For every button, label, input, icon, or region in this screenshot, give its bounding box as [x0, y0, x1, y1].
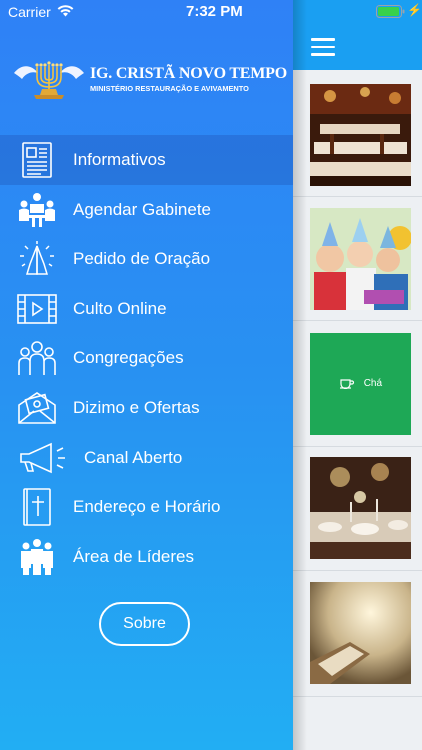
menu-item-congregacoes[interactable]: Congregações — [0, 333, 293, 383]
restaurant-photo — [310, 84, 411, 186]
feed-card-kids-party[interactable] — [310, 208, 411, 310]
bible-light-photo — [310, 582, 411, 684]
menu-item-culto-online[interactable]: Culto Online — [0, 284, 293, 334]
menu-label-dizimo-ofertas: Dizimo e Ofertas — [73, 397, 200, 417]
menu-label-area-lideres: Área de Líderes — [73, 546, 194, 566]
menu-label-culto-online: Culto Online — [73, 298, 167, 318]
sobre-button[interactable]: Sobre — [99, 602, 190, 646]
menu-label-congregacoes: Congregações — [73, 348, 184, 368]
praying-hands-icon — [20, 241, 54, 275]
drawer-shadow — [293, 0, 307, 750]
cha-tile-content: Chá — [310, 377, 411, 390]
money-envelope-icon — [18, 392, 56, 424]
status-time: 7:32 PM — [186, 3, 243, 20]
drawer-menu: Informativos Agendar Gabinete Pedido de … — [0, 135, 293, 581]
status-bar: Carrier 7:32 PM ⚡ — [0, 0, 422, 24]
kids-party-photo — [310, 208, 411, 310]
menu-label-canal-aberto: Canal Aberto — [84, 447, 183, 467]
menu-label-informativos: Informativos — [73, 150, 166, 169]
charging-icon: ⚡ — [407, 3, 422, 17]
newspaper-icon — [22, 142, 52, 178]
church-name: IG. CRISTÃ NOVO TEMPO — [90, 65, 287, 82]
menu-item-dizimo-ofertas[interactable]: Dizimo e Ofertas — [0, 383, 293, 433]
menu-item-pedido-oracao[interactable]: Pedido de Oração — [0, 234, 293, 284]
battery-icon — [376, 5, 405, 18]
dinner-table-photo — [310, 457, 411, 559]
cha-label: Chá — [363, 377, 383, 389]
menorah-doves-logo — [14, 61, 84, 99]
menu-item-informativos[interactable]: Informativos — [0, 135, 293, 185]
menu-item-area-lideres[interactable]: Área de Líderes — [0, 532, 293, 582]
tea-cup-icon — [339, 379, 354, 390]
main-content: Chá — [293, 0, 422, 750]
feed-card-cha[interactable]: Chá — [310, 333, 411, 435]
feed-card-dinner[interactable] — [310, 457, 411, 559]
video-film-icon — [17, 293, 57, 324]
leaders-group-icon — [21, 538, 53, 575]
menu-item-agendar-gabinete[interactable]: Agendar Gabinete — [0, 185, 293, 235]
hamburger-menu-icon[interactable] — [311, 38, 335, 56]
people-group-icon — [18, 341, 56, 376]
side-drawer: IG. CRISTÃ NOVO TEMPO MINISTÉRIO RESTAUR… — [0, 0, 293, 750]
menu-label-endereco-horario: Endereço e Horário — [73, 497, 221, 517]
church-brand: IG. CRISTÃ NOVO TEMPO MINISTÉRIO RESTAUR… — [12, 55, 287, 103]
wifi-icon — [57, 5, 74, 17]
menu-label-agendar-gabinete: Agendar Gabinete — [73, 199, 211, 219]
menu-item-canal-aberto[interactable]: Canal Aberto — [0, 433, 293, 483]
church-subtitle: MINISTÉRIO RESTAURAÇÃO E AVIVAMENTO — [90, 84, 249, 93]
feed-card-bible[interactable] — [310, 582, 411, 684]
carrier-label: Carrier — [8, 4, 51, 20]
menu-label-pedido-oracao: Pedido de Oração — [73, 249, 211, 269]
bible-icon — [23, 488, 51, 526]
feed-card-restaurant[interactable] — [310, 84, 411, 186]
meeting-icon — [19, 192, 55, 227]
menu-item-endereco-horario[interactable]: Endereço e Horário — [0, 482, 293, 532]
megaphone-icon — [20, 442, 65, 473]
